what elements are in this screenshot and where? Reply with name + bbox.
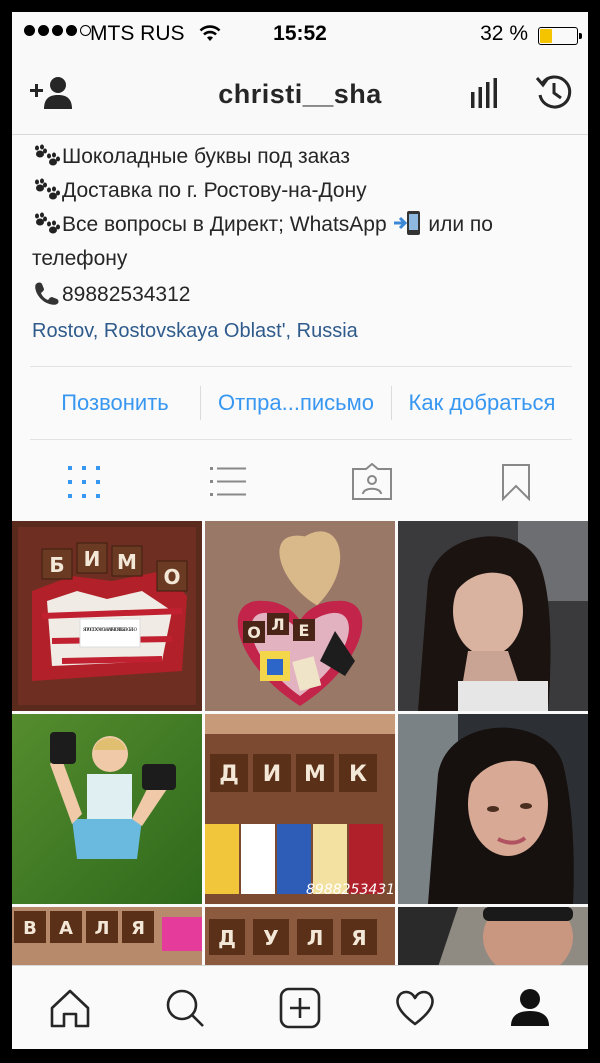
- bookmark-icon: [502, 464, 530, 501]
- letter-tile: И: [263, 762, 281, 787]
- grid-icon: [68, 466, 100, 498]
- bio-phone-line: 89882534312: [32, 278, 572, 312]
- history-icon[interactable]: [534, 72, 574, 112]
- tab-new-post[interactable]: [242, 966, 357, 1049]
- phone-arrow-emoji-icon: [393, 211, 420, 235]
- bio-line: Шоколадные буквы под заказ: [32, 140, 572, 174]
- paw-prints-icon: [35, 212, 60, 234]
- letter-tile: О: [247, 623, 261, 642]
- profile-icon: [511, 989, 550, 1026]
- selfie-photo: [398, 521, 588, 711]
- bio-line: Доставка по г. Ростову-на-Дону: [32, 174, 572, 208]
- tab-search[interactable]: [127, 966, 242, 1049]
- profile-username: christi__sha: [218, 79, 382, 109]
- bio-text-questions: Все вопросы в Директ; WhatsApp: [62, 213, 387, 236]
- selfie-car-photo: [398, 714, 588, 904]
- tab-saved[interactable]: [444, 442, 588, 522]
- letter-tile: А: [59, 918, 73, 939]
- bio-text-delivery: Доставка по г. Ростову-на-Дону: [62, 179, 367, 202]
- post-thumbnail[interactable]: [398, 521, 588, 711]
- bio-phone-number[interactable]: 89882534312: [62, 283, 190, 306]
- letter-tile: Д: [219, 762, 239, 787]
- call-button[interactable]: Позвонить: [30, 390, 200, 416]
- tab-activity[interactable]: [358, 966, 473, 1049]
- post-grid: Я ПРОСТО ХОЧУ СКАЗАТЬ ЧТО Я ТЕБЯ ЛЮБЛЮ Б…: [12, 521, 588, 1049]
- battery-percent: 32 %: [480, 22, 528, 45]
- post-thumbnail[interactable]: [398, 714, 588, 904]
- post-thumbnail[interactable]: Д И М К 89882534312: [205, 714, 395, 904]
- telephone-receiver-icon: [35, 282, 59, 305]
- insights-icon[interactable]: [468, 78, 500, 110]
- post-thumbnail[interactable]: Я ПРОСТО ХОЧУ СКАЗАТЬ ЧТО Я ТЕБЯ ЛЮБЛЮ Б…: [12, 521, 202, 711]
- directions-button[interactable]: Как добраться: [392, 390, 572, 416]
- contact-actions: Позвонить Отпра...письмо Как добраться: [30, 366, 572, 440]
- tab-list[interactable]: [156, 442, 300, 522]
- paw-prints-icon: [35, 178, 60, 200]
- tagged-icon: [352, 463, 392, 500]
- letter-tile: О: [163, 565, 180, 589]
- letter-tile: Я: [351, 926, 366, 950]
- letter-tile: К: [349, 762, 367, 787]
- tab-profile[interactable]: [473, 966, 588, 1049]
- post-thumbnail[interactable]: [12, 714, 202, 904]
- letter-tile: В: [23, 918, 37, 939]
- tab-home[interactable]: [12, 966, 127, 1049]
- post-thumbnail[interactable]: О Л Е: [205, 521, 395, 711]
- list-icon: [210, 467, 246, 496]
- letter-tile: М: [117, 550, 137, 574]
- post-watermark: 89882534312: [306, 882, 395, 898]
- tab-grid[interactable]: [12, 442, 156, 522]
- tab-tagged[interactable]: [300, 442, 444, 522]
- profile-header: christi__sha: [12, 54, 588, 135]
- letter-tile: Л: [95, 918, 110, 939]
- post-note: Я ПРОСТО ХОЧУ СКАЗАТЬ ЧТО Я ТЕБЯ ЛЮБЛЮ: [83, 628, 137, 633]
- letter-tile: Л: [271, 615, 284, 634]
- toddler-on-grass-photo: [12, 714, 202, 904]
- chocolate-letters-photo: Я ПРОСТО ХОЧУ СКАЗАТЬ ЧТО Я ТЕБЯ ЛЮБЛЮ Б…: [12, 521, 202, 711]
- paw-prints-icon: [35, 144, 60, 166]
- letter-tile: Л: [307, 926, 324, 950]
- phone-screen: MTS RUS 15:52 32 % christi__sha Шоколадн…: [12, 12, 588, 1049]
- letter-tile: И: [84, 547, 101, 571]
- letter-tile: М: [304, 762, 326, 787]
- battery-icon: [538, 27, 582, 45]
- chocolate-name-box-photo: Д И М К 89882534312: [205, 714, 395, 904]
- heart-box-photo: О Л Е: [205, 521, 395, 711]
- bio-line: Все вопросы в Директ; WhatsApp или по те…: [32, 208, 572, 276]
- home-icon: [50, 989, 89, 1028]
- profile-view-tabs: [12, 442, 588, 522]
- letter-tile: Б: [49, 553, 64, 577]
- search-icon: [166, 989, 204, 1027]
- letter-tile: Е: [299, 621, 310, 640]
- email-button[interactable]: Отпра...письмо: [201, 390, 391, 416]
- letter-tile: У: [263, 926, 278, 950]
- bio-location-link[interactable]: Rostov, Rostovskaya Oblast', Russia: [32, 314, 572, 348]
- bottom-tab-bar: [12, 965, 588, 1049]
- add-post-icon: [279, 987, 321, 1029]
- heart-icon: [396, 990, 435, 1026]
- bio-text-letters: Шоколадные буквы под заказ: [62, 145, 351, 168]
- letter-tile: Я: [131, 918, 145, 939]
- profile-bio: Шоколадные буквы под заказ Доставка по г…: [32, 140, 572, 348]
- letter-tile: Д: [218, 926, 236, 950]
- status-bar: MTS RUS 15:52 32 %: [12, 12, 588, 54]
